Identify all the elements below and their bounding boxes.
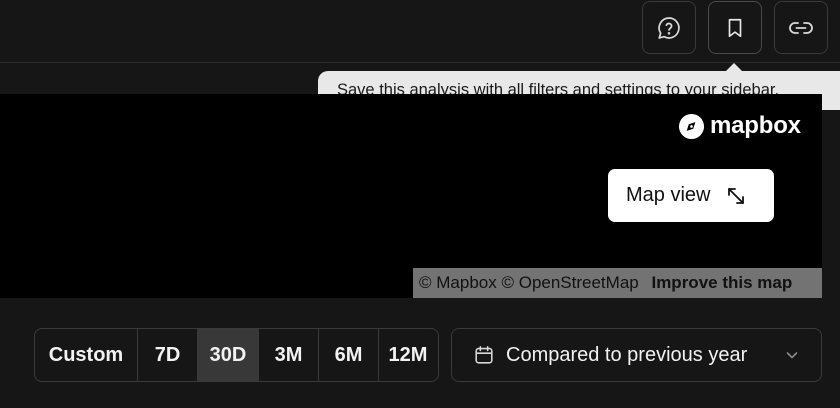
attribution-mapbox[interactable]: © Mapbox — [419, 273, 497, 292]
map-view-button[interactable]: Map view — [608, 169, 774, 222]
analysis-page: Save this analysis with all filters and … — [0, 0, 840, 408]
top-toolbar — [0, 0, 840, 63]
attribution-osm[interactable]: © OpenStreetMap — [501, 273, 638, 292]
save-bookmark-button[interactable] — [708, 1, 762, 54]
range-option-custom[interactable]: Custom — [35, 329, 138, 381]
range-option-3m[interactable]: 3M — [259, 329, 319, 381]
tooltip-arrow — [726, 63, 742, 71]
date-range-selector: Custom 7D 30D 3M 6M 12M — [34, 328, 439, 382]
mapbox-mark-icon — [678, 113, 705, 139]
improve-map-link[interactable]: Improve this map — [651, 273, 792, 292]
range-option-12m[interactable]: 12M — [379, 329, 437, 381]
range-option-30d[interactable]: 30D — [198, 329, 259, 381]
help-chat-icon — [658, 16, 680, 39]
map-attribution: © Mapbox © OpenStreetMap Improve this ma… — [413, 268, 822, 298]
help-button[interactable] — [642, 1, 696, 54]
map-canvas[interactable]: mapbox Map view © Mapbox © OpenStreetMap… — [0, 94, 822, 298]
mapbox-logo: mapbox — [678, 112, 801, 140]
bookmark-icon — [728, 18, 742, 37]
calendar-icon — [475, 345, 493, 364]
compare-label: Compared to previous year — [506, 343, 748, 366]
range-option-7d[interactable]: 7D — [138, 329, 198, 381]
map-view-label: Map view — [626, 184, 711, 206]
copy-link-button[interactable] — [774, 1, 828, 54]
compare-period-select[interactable]: Compared to previous year — [451, 328, 822, 382]
link-icon — [789, 21, 813, 34]
mapbox-logo-text: mapbox — [710, 112, 801, 139]
expand-arrows-icon — [728, 187, 745, 204]
chevron-down-icon — [786, 352, 798, 359]
range-option-6m[interactable]: 6M — [319, 329, 379, 381]
